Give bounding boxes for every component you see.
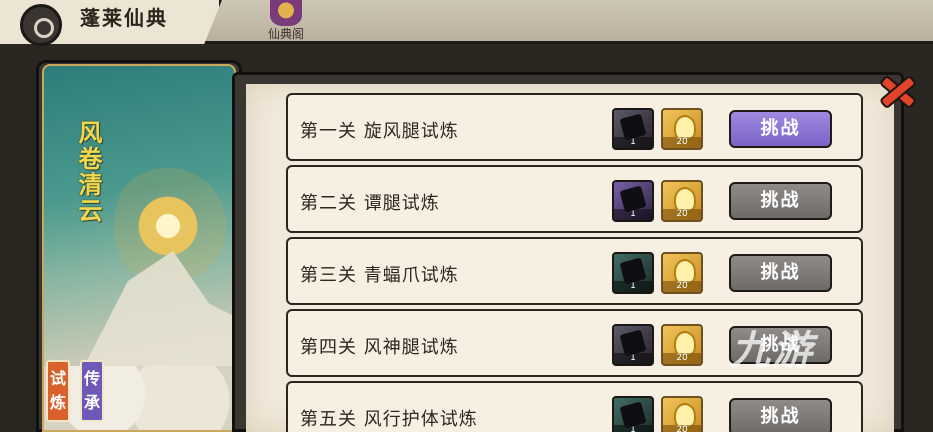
scroll-item-icon[interactable]: 1 — [612, 324, 654, 366]
level-row: 第五关 风行护体试炼 1 20 挑战 — [286, 381, 863, 432]
page-title: 蓬莱仙典 — [80, 6, 168, 30]
item-count: 1 — [614, 281, 652, 292]
watermark-logo: 九游 — [730, 328, 814, 374]
back-button[interactable] — [20, 4, 62, 46]
skill-card-title: 风卷清云 — [74, 120, 102, 224]
cloud-art — [44, 366, 234, 430]
level-name: 第一关 旋风腿试炼 — [300, 121, 459, 142]
gold-token-icon[interactable]: 20 — [661, 180, 703, 222]
level-name: 第五关 风行护体试炼 — [300, 409, 478, 430]
level-row: 第二关 谭腿试炼 1 20 挑战 — [286, 165, 863, 233]
challenge-button[interactable]: 挑战 — [729, 182, 832, 220]
scroll-item-icon[interactable]: 1 — [612, 396, 654, 432]
item-count: 1 — [614, 425, 652, 432]
challenge-button[interactable]: 挑战 — [729, 110, 832, 148]
item-count: 1 — [614, 209, 652, 220]
item-count: 20 — [663, 209, 701, 220]
item-count: 1 — [614, 137, 652, 148]
scroll-item-icon[interactable]: 1 — [612, 252, 654, 294]
level-name: 第三关 青蝠爪试炼 — [300, 265, 459, 286]
item-count: 20 — [663, 281, 701, 292]
gold-token-icon[interactable]: 20 — [661, 396, 703, 432]
gold-token-icon[interactable]: 20 — [661, 252, 703, 294]
gold-token-icon[interactable]: 20 — [661, 108, 703, 150]
scroll-item-icon[interactable]: 1 — [612, 108, 654, 150]
pavilion-icon — [270, 0, 302, 26]
tab-trial[interactable]: 试炼 — [46, 360, 70, 422]
tab-inherit[interactable]: 传承 — [80, 360, 104, 422]
level-row: 第一关 旋风腿试炼 1 20 挑战 — [286, 93, 863, 161]
tab-xiandian-ge-label: 仙典阁 — [267, 27, 304, 41]
item-count: 1 — [614, 353, 652, 364]
item-count: 20 — [663, 425, 701, 432]
level-row: 第三关 青蝠爪试炼 1 20 挑战 — [286, 237, 863, 305]
tab-xiandian-ge[interactable]: 仙典阁 — [256, 0, 316, 44]
level-name: 第二关 谭腿试炼 — [300, 193, 440, 214]
close-icon[interactable] — [876, 72, 916, 106]
item-count: 20 — [663, 137, 701, 148]
level-name: 第四关 风神腿试炼 — [300, 337, 459, 358]
scroll-item-icon[interactable]: 1 — [612, 180, 654, 222]
challenge-button[interactable]: 挑战 — [729, 398, 832, 432]
item-count: 20 — [663, 353, 701, 364]
challenge-button[interactable]: 挑战 — [729, 254, 832, 292]
gold-token-icon[interactable]: 20 — [661, 324, 703, 366]
